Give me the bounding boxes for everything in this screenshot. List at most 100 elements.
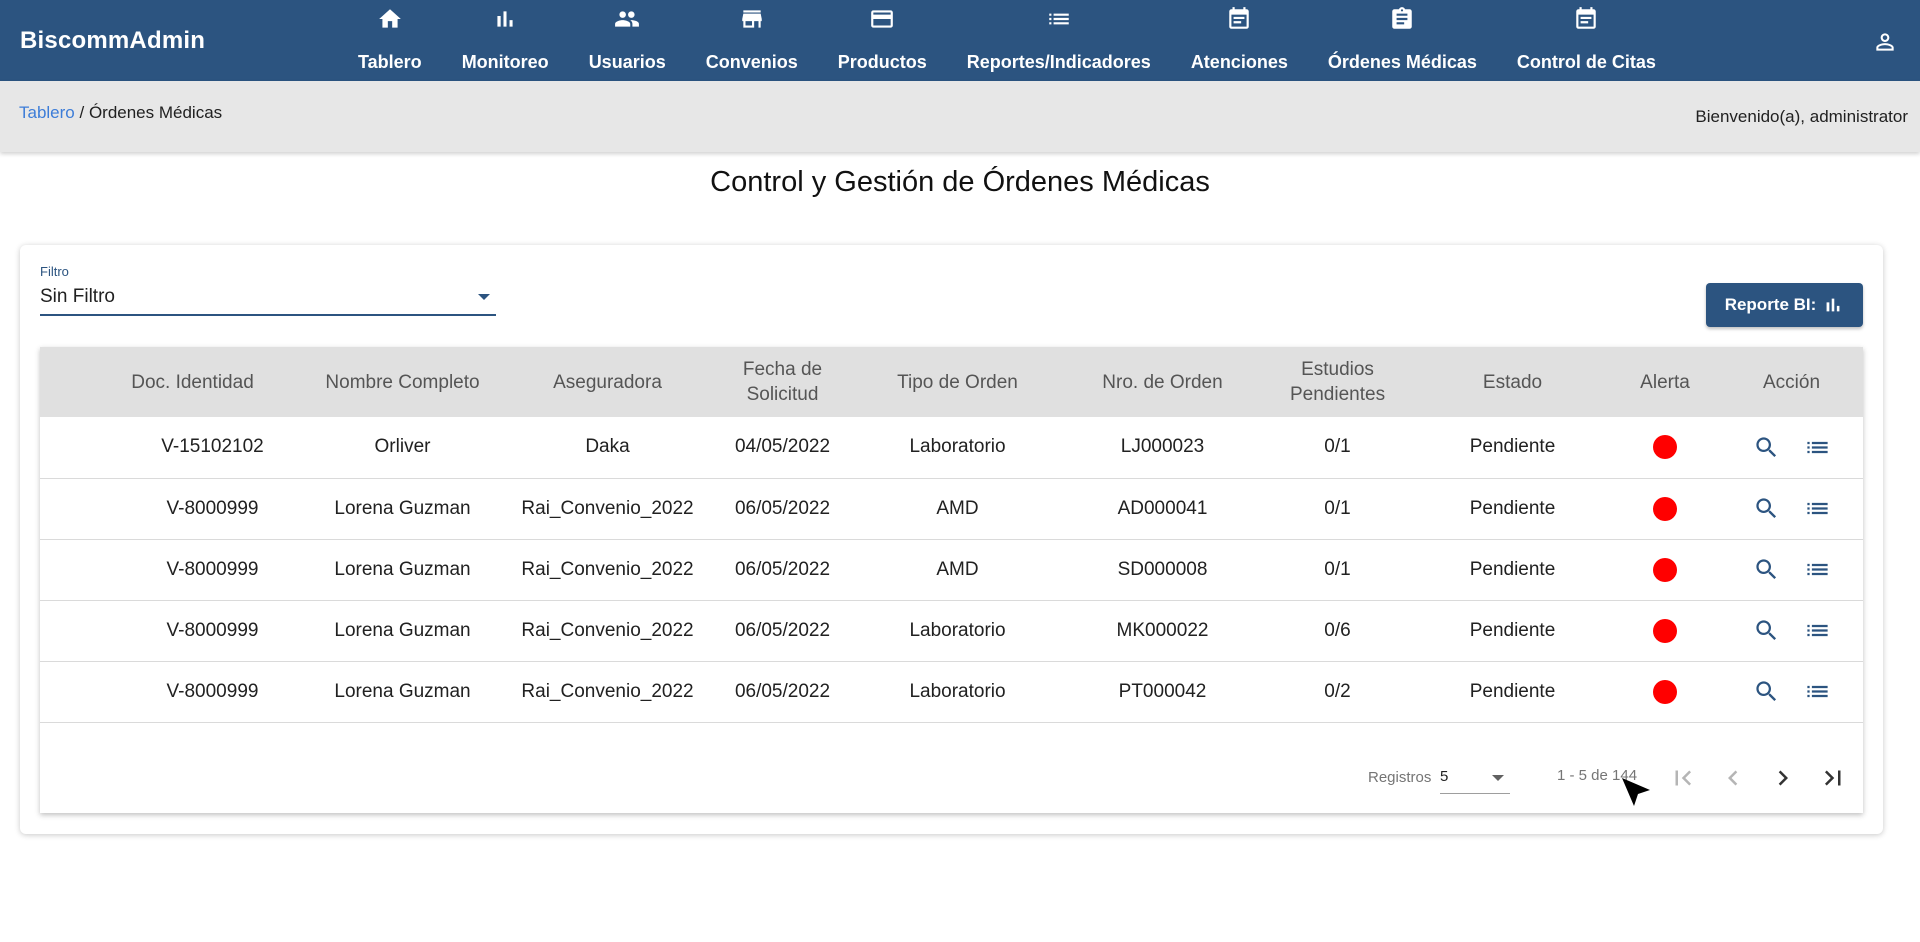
next-page-button[interactable]: [1766, 761, 1800, 795]
rows-per-page-label: Registros: [1368, 769, 1432, 786]
header-fecha-solicitud[interactable]: Fecha de Solicitud: [715, 347, 850, 417]
alert-indicator: [1653, 679, 1677, 704]
cell-actions: [1720, 539, 1863, 600]
cell-pending: 0/1: [1324, 497, 1351, 519]
chevron-left-icon: [1728, 770, 1738, 786]
nav-item-usuarios[interactable]: Usuarios: [569, 0, 686, 81]
filter-dropdown[interactable]: Sin Filtro: [40, 286, 496, 316]
cell-status: Pendiente: [1469, 497, 1556, 519]
cell-date: 06/05/2022: [734, 619, 831, 641]
cell-insurer: Rai_Convenio_2022: [521, 619, 694, 641]
breadcrumb-current: Órdenes Médicas: [88, 103, 223, 122]
cell-pending: 0/1: [1324, 558, 1351, 580]
header-aseguradora[interactable]: Aseguradora: [500, 347, 715, 417]
cell-name: Lorena Guzman: [334, 680, 471, 702]
header-nro-orden[interactable]: Nro. de Orden: [1065, 347, 1260, 417]
list-icon[interactable]: [1804, 434, 1831, 461]
table-row: V-8000999 Lorena Guzman Rai_Convenio_202…: [40, 600, 1863, 661]
breadcrumb-link-tablero[interactable]: Tablero: [19, 103, 75, 122]
table-row: V-15102102 Orliver Daka 04/05/2022 Labor…: [40, 417, 1863, 478]
alert-indicator: [1653, 435, 1677, 460]
cell-order: PT000042: [1118, 680, 1207, 702]
nav-item-label: Reportes/Indicadores: [966, 52, 1151, 72]
nav-item-label: Control de Citas: [1516, 52, 1656, 72]
rows-per-page-select[interactable]: 5: [1440, 768, 1510, 794]
list-icon[interactable]: [1804, 678, 1831, 705]
nav-item-monitoreo[interactable]: Monitoreo: [442, 0, 569, 81]
chevron-down-icon: [1492, 775, 1504, 781]
search-icon[interactable]: [1753, 434, 1780, 461]
cell-actions: [1720, 478, 1863, 539]
alert-indicator: [1653, 618, 1677, 643]
cell-name: Lorena Guzman: [334, 558, 471, 580]
chevron-right-icon: [1778, 770, 1788, 786]
cell-order: MK000022: [1116, 619, 1209, 641]
cell-order: LJ000023: [1120, 436, 1205, 458]
cell-actions: [1720, 417, 1863, 478]
nav-item-label: Usuarios: [588, 52, 666, 72]
home-icon: [377, 8, 403, 30]
cell-type: Laboratorio: [909, 680, 1006, 702]
last-page-icon: [1824, 770, 1841, 786]
nav-item-tablero[interactable]: Tablero: [338, 0, 442, 81]
first-page-button[interactable]: [1666, 761, 1700, 795]
cell-type: Laboratorio: [909, 436, 1006, 458]
bar-chart-icon: [1826, 298, 1840, 312]
cell-doc: V-15102102: [161, 436, 264, 458]
cell-alert: [1610, 600, 1720, 661]
nav-item-label: Tablero: [358, 52, 422, 72]
table-row: V-8000999 Lorena Guzman Rai_Convenio_202…: [40, 539, 1863, 600]
top-navbar: BiscommAdmin Tablero Monitoreo Usuarios …: [0, 0, 1920, 81]
cell-status: Pendiente: [1469, 558, 1556, 580]
nav-item-atenciones[interactable]: Atenciones: [1171, 0, 1308, 81]
cell-name: Lorena Guzman: [334, 619, 471, 641]
search-icon[interactable]: [1753, 678, 1780, 705]
nav-item-ordenes-medicas[interactable]: Órdenes Médicas: [1308, 0, 1497, 81]
filter-select: Filtro Sin Filtro: [40, 264, 496, 316]
account-icon[interactable]: [1872, 29, 1898, 55]
cell-doc: V-8000999: [166, 680, 259, 702]
cell-pending: 0/2: [1324, 680, 1351, 702]
nav-item-control-de-citas[interactable]: Control de Citas: [1497, 0, 1676, 81]
search-icon[interactable]: [1753, 617, 1780, 644]
breadcrumb-separator: /: [74, 103, 89, 122]
search-icon[interactable]: [1753, 556, 1780, 583]
list-icon[interactable]: [1804, 495, 1831, 522]
header-nombre-completo[interactable]: Nombre Completo: [305, 347, 500, 417]
welcome-message: Bienvenido(a), administrator: [1695, 107, 1908, 126]
header-estado[interactable]: Estado: [1415, 347, 1610, 417]
cell-order: AD000041: [1117, 497, 1208, 519]
nav-item-label: Convenios: [705, 52, 798, 72]
previous-page-button[interactable]: [1716, 761, 1750, 795]
list-icon: [1046, 8, 1072, 30]
list-icon[interactable]: [1804, 556, 1831, 583]
people-icon: [614, 8, 640, 30]
nav-item-label: Órdenes Médicas: [1327, 52, 1477, 72]
orders-card: Filtro Sin Filtro Reporte BI: Doc. Ident…: [20, 245, 1883, 834]
header-estudios-pendientes[interactable]: Estudios Pendientes: [1260, 347, 1415, 417]
cell-status: Pendiente: [1469, 680, 1556, 702]
cell-actions: [1720, 600, 1863, 661]
chevron-down-icon: [478, 294, 490, 300]
nav-item-productos[interactable]: Productos: [818, 0, 947, 81]
nav-item-reportes[interactable]: Reportes/Indicadores: [947, 0, 1171, 81]
page-title: Control y Gestión de Órdenes Médicas: [710, 166, 1210, 198]
header-accion: Acción: [1762, 371, 1821, 393]
last-page-button[interactable]: [1816, 761, 1850, 795]
header-doc-identidad[interactable]: Doc. Identidad: [40, 347, 305, 417]
cell-date: 06/05/2022: [734, 680, 831, 702]
report-bi-button[interactable]: Reporte BI:: [1706, 283, 1863, 327]
cell-date: 06/05/2022: [734, 558, 831, 580]
cell-status: Pendiente: [1469, 619, 1556, 641]
nav-item-convenios[interactable]: Convenios: [686, 0, 818, 81]
table-header-row: Doc. Identidad Nombre Completo Asegurado…: [40, 347, 1863, 417]
search-icon[interactable]: [1753, 495, 1780, 522]
list-icon[interactable]: [1804, 617, 1831, 644]
rows-per-page-value: 5: [1440, 768, 1449, 785]
orders-table-container: Doc. Identidad Nombre Completo Asegurado…: [40, 347, 1863, 813]
header-tipo-orden[interactable]: Tipo de Orden: [850, 347, 1065, 417]
cell-alert: [1610, 661, 1720, 722]
cell-name: Lorena Guzman: [334, 497, 471, 519]
cell-type: Laboratorio: [909, 619, 1006, 641]
brand-logo[interactable]: BiscommAdmin: [20, 27, 205, 55]
